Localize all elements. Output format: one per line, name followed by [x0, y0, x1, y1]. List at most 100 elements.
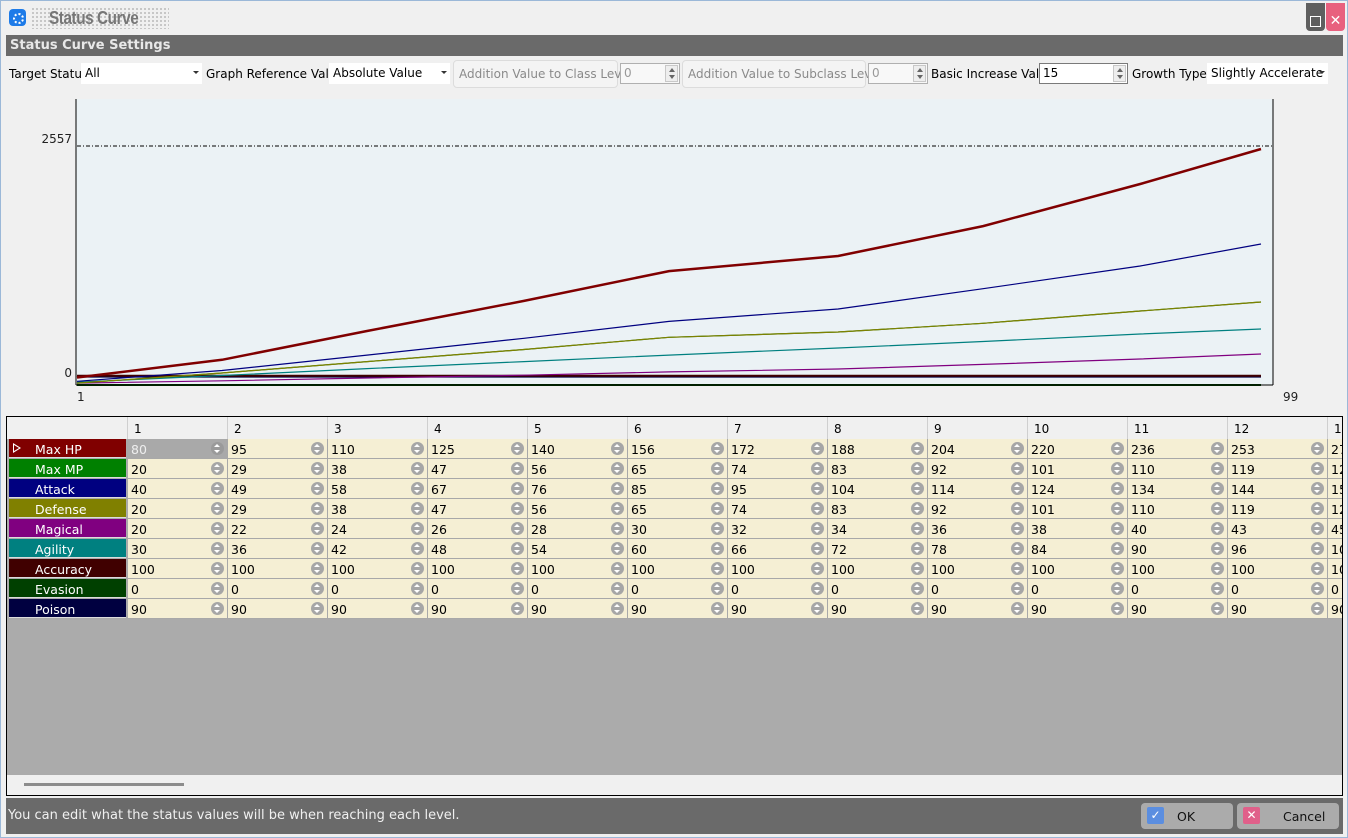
spinner-icon[interactable] [411, 602, 424, 615]
spinner-icon[interactable] [1311, 442, 1324, 455]
spinner-icon[interactable] [611, 542, 624, 555]
maximize-button[interactable] [1306, 3, 1325, 31]
value-cell[interactable]: 65 [627, 499, 727, 519]
row-label[interactable]: Max MP [9, 459, 126, 478]
ok-button[interactable]: ✓ OK [1141, 803, 1233, 829]
value-cell[interactable]: 104 [827, 479, 927, 499]
spinner-icon[interactable] [1111, 462, 1124, 475]
spinner-arrows-icon[interactable] [913, 65, 926, 82]
spinner-icon[interactable] [1011, 502, 1024, 515]
value-cell[interactable]: 36 [927, 519, 1027, 539]
value-cell[interactable]: 253 [1227, 439, 1327, 459]
spinner-icon[interactable] [411, 482, 424, 495]
spinner-icon[interactable] [1311, 542, 1324, 555]
value-cell[interactable]: 90 [427, 599, 527, 619]
value-cell[interactable]: 90 [827, 599, 927, 619]
value-cell[interactable]: 47 [427, 499, 527, 519]
spinner-icon[interactable] [1211, 562, 1224, 575]
spinner-icon[interactable] [1111, 602, 1124, 615]
value-cell[interactable]: 100 [627, 559, 727, 579]
spinner-icon[interactable] [1111, 442, 1124, 455]
spinner-icon[interactable] [1311, 562, 1324, 575]
value-cell[interactable]: 110 [1127, 459, 1227, 479]
spinner-icon[interactable] [511, 502, 524, 515]
spinner-icon[interactable] [811, 502, 824, 515]
spinner-icon[interactable] [811, 442, 824, 455]
spinner-icon[interactable] [711, 442, 724, 455]
basic-increase-value[interactable]: 15 [1043, 66, 1058, 80]
value-cell[interactable]: 110 [327, 439, 427, 459]
value-cell[interactable]: 90 [1327, 599, 1342, 619]
spinner-icon[interactable] [311, 522, 324, 535]
spinner-icon[interactable] [1011, 482, 1024, 495]
value-cell[interactable]: 30 [127, 539, 227, 559]
value-cell[interactable]: 140 [527, 439, 627, 459]
value-cell[interactable]: 56 [527, 499, 627, 519]
subclass-level-spinner[interactable]: 0 [868, 63, 928, 84]
value-cell[interactable]: 220 [1027, 439, 1127, 459]
row-label[interactable]: Evasion [9, 579, 126, 598]
value-cell[interactable]: 100 [527, 559, 627, 579]
value-cell[interactable]: 20 [127, 519, 227, 539]
spinner-icon[interactable] [211, 462, 224, 475]
value-cell[interactable]: 100 [1227, 559, 1327, 579]
spinner-icon[interactable] [211, 522, 224, 535]
value-cell[interactable]: 100 [427, 559, 527, 579]
value-cell[interactable]: 0 [327, 579, 427, 599]
value-cell[interactable]: 67 [427, 479, 527, 499]
value-cell[interactable]: 0 [1327, 579, 1342, 599]
spinner-icon[interactable] [811, 582, 824, 595]
row-label[interactable]: Defense [9, 499, 126, 518]
value-cell[interactable]: 10 [1327, 539, 1342, 559]
spinner-icon[interactable] [311, 602, 324, 615]
value-cell[interactable]: 100 [1127, 559, 1227, 579]
value-cell[interactable]: 90 [227, 599, 327, 619]
value-cell[interactable]: 15 [1327, 479, 1342, 499]
value-cell[interactable]: 90 [327, 599, 427, 619]
spinner-icon[interactable] [1311, 582, 1324, 595]
spinner-icon[interactable] [511, 562, 524, 575]
spinner-icon[interactable] [511, 442, 524, 455]
spinner-icon[interactable] [511, 482, 524, 495]
row-label[interactable]: Agility [9, 539, 126, 558]
value-cell[interactable]: 0 [727, 579, 827, 599]
spinner-icon[interactable] [911, 462, 924, 475]
spinner-icon[interactable] [1011, 562, 1024, 575]
spinner-icon[interactable] [811, 482, 824, 495]
spinner-icon[interactable] [611, 462, 624, 475]
value-cell[interactable]: 26 [427, 519, 527, 539]
value-cell[interactable]: 72 [827, 539, 927, 559]
spinner-icon[interactable] [611, 602, 624, 615]
value-cell[interactable]: 49 [227, 479, 327, 499]
value-cell[interactable]: 0 [227, 579, 327, 599]
spinner-icon[interactable] [711, 502, 724, 515]
spinner-icon[interactable] [611, 562, 624, 575]
value-cell[interactable]: 0 [127, 579, 227, 599]
value-cell[interactable]: 119 [1227, 459, 1327, 479]
value-cell[interactable]: 34 [827, 519, 927, 539]
spinner-icon[interactable] [1011, 602, 1024, 615]
spinner-icon[interactable] [411, 502, 424, 515]
value-cell[interactable]: 20 [127, 499, 227, 519]
spinner-icon[interactable] [1111, 582, 1124, 595]
spinner-icon[interactable] [611, 522, 624, 535]
value-cell[interactable]: 58 [327, 479, 427, 499]
value-cell[interactable]: 204 [927, 439, 1027, 459]
spinner-icon[interactable] [511, 542, 524, 555]
value-cell[interactable]: 0 [927, 579, 1027, 599]
spinner-icon[interactable] [1111, 482, 1124, 495]
value-cell[interactable]: 22 [227, 519, 327, 539]
value-cell[interactable]: 0 [627, 579, 727, 599]
value-cell[interactable]: 60 [627, 539, 727, 559]
row-label[interactable]: Attack [9, 479, 126, 498]
spinner-icon[interactable] [211, 502, 224, 515]
spinner-icon[interactable] [1111, 542, 1124, 555]
value-cell[interactable]: 236 [1127, 439, 1227, 459]
value-cell[interactable]: 27 [1327, 439, 1342, 459]
value-cell[interactable]: 10 [1327, 559, 1342, 579]
value-cell[interactable]: 95 [227, 439, 327, 459]
spinner-icon[interactable] [1311, 522, 1324, 535]
spinner-icon[interactable] [311, 482, 324, 495]
spinner-icon[interactable] [1211, 442, 1224, 455]
spinner-icon[interactable] [311, 542, 324, 555]
